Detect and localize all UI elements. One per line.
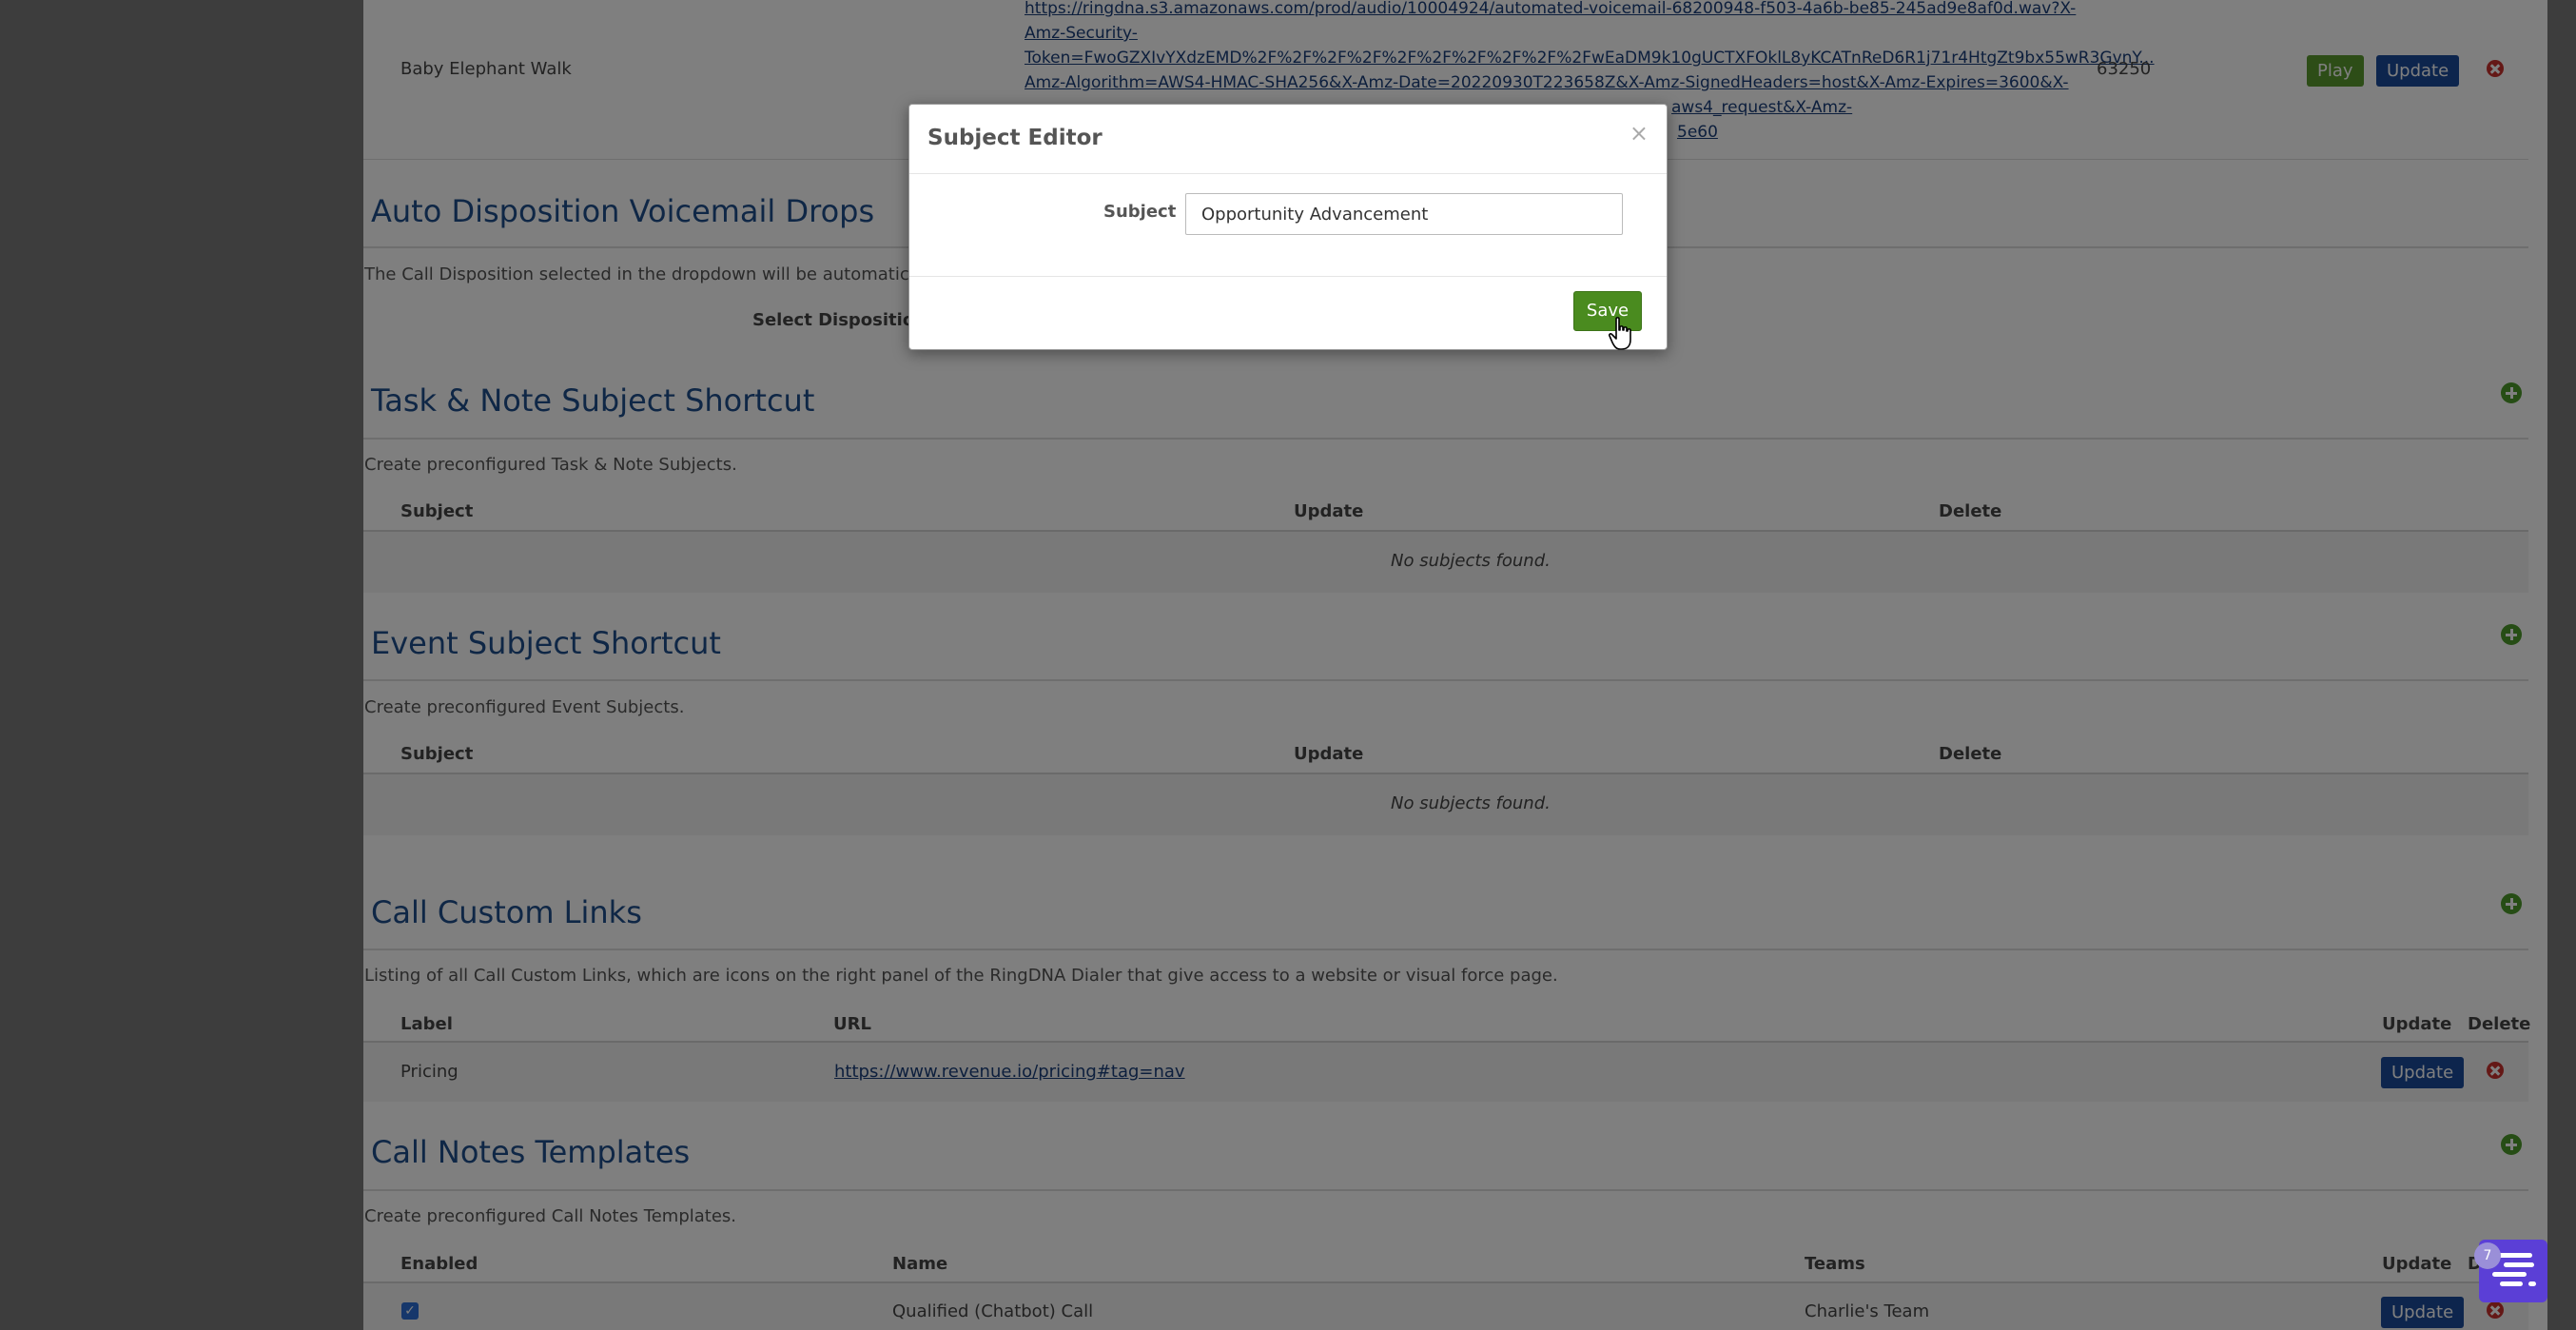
hand-cursor-icon xyxy=(1608,317,1631,350)
chat-notification-badge: 7 xyxy=(2474,1242,2501,1269)
subject-input[interactable] xyxy=(1185,193,1623,235)
subject-label: Subject xyxy=(1103,202,1177,222)
close-icon[interactable]: × xyxy=(1630,120,1649,147)
subject-editor-modal: Subject Editor × Subject Save xyxy=(908,104,1668,350)
modal-header: Subject Editor × xyxy=(909,105,1667,174)
modal-title: Subject Editor xyxy=(927,126,1103,150)
